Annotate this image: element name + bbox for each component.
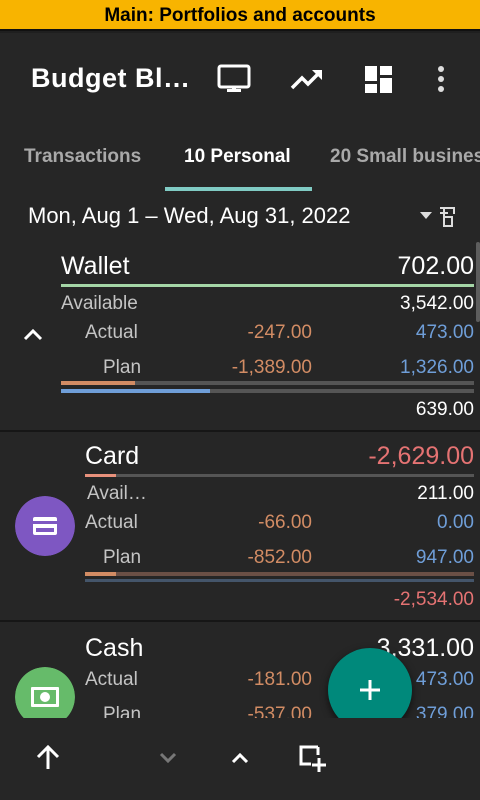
plan-progress-fill xyxy=(85,572,117,576)
account-name: Card xyxy=(85,442,140,470)
account-name: Wallet xyxy=(61,252,130,280)
actual-label: Actual xyxy=(85,322,138,343)
account-card-wallet[interactable]: Wallet 702.00 Available 3,542.00 Actual … xyxy=(0,242,480,432)
bottom-toolbar xyxy=(0,718,480,800)
account-footer-value: -2,534.00 xyxy=(393,589,474,610)
chevron-up-icon[interactable] xyxy=(224,742,256,774)
chevron-up-icon[interactable] xyxy=(20,322,46,348)
monitor-icon[interactable] xyxy=(214,59,254,99)
plus-icon xyxy=(360,680,380,700)
plan-progress-bar xyxy=(61,389,474,393)
plan-remaining-bar xyxy=(85,579,474,582)
actual-progress-bar xyxy=(61,381,474,385)
account-name: Cash xyxy=(85,634,144,662)
list-scrollbar[interactable] xyxy=(476,242,480,322)
app-bar: Budget Bl… xyxy=(0,33,480,126)
actual-remaining: 473.00 xyxy=(415,669,474,690)
account-card-card[interactable]: Card -2,629.00 Avail… 211.00 Actual -66.… xyxy=(0,432,480,622)
chevron-down-icon[interactable] xyxy=(152,742,184,774)
plan-spent: -1,389.00 xyxy=(231,357,312,378)
actual-spent: -66.00 xyxy=(258,512,312,533)
trending-up-icon[interactable] xyxy=(287,59,327,99)
cash-icon xyxy=(15,667,75,718)
actual-label: Actual xyxy=(85,512,138,533)
tab-10-personal[interactable]: 10 Personal xyxy=(184,126,291,192)
balance-line xyxy=(61,284,474,287)
actual-remaining: 473.00 xyxy=(415,322,474,343)
plan-spent: -852.00 xyxy=(247,547,312,568)
app-title: Budget Bl… xyxy=(31,63,191,93)
more-vert-icon[interactable] xyxy=(421,59,461,99)
actual-progress-fill xyxy=(61,381,136,385)
available-value: 3,542.00 xyxy=(400,293,474,314)
plan-spent: -537.00 xyxy=(247,704,312,718)
plan-remaining: 947.00 xyxy=(415,547,474,568)
tab-bar: Transactions 10 Personal 20 Small busine… xyxy=(0,126,480,192)
window-title-banner: Main: Portfolios and accounts xyxy=(0,0,480,31)
actual-spent: -181.00 xyxy=(247,669,312,690)
plan-label: Plan xyxy=(103,547,142,568)
plan-progress-bar xyxy=(85,572,474,576)
actual-label: Actual xyxy=(85,669,138,690)
arrow-up-icon[interactable] xyxy=(32,742,64,774)
balance-line-fill xyxy=(85,474,117,477)
tab-20-small-business[interactable]: 20 Small business xyxy=(330,126,480,192)
account-list: Wallet 702.00 Available 3,542.00 Actual … xyxy=(0,242,480,718)
balance-line xyxy=(85,474,474,477)
account-total: -2,629.00 xyxy=(368,442,474,470)
dashboard-icon[interactable] xyxy=(358,59,398,99)
tab-transactions[interactable]: Transactions xyxy=(24,126,141,192)
plan-remaining: 379.00 xyxy=(415,704,474,718)
date-range-row: Mon, Aug 1 – Wed, Aug 31, 2022 xyxy=(0,192,480,242)
account-total: 702.00 xyxy=(397,252,474,280)
active-tab-indicator xyxy=(165,187,312,191)
date-range-text[interactable]: Mon, Aug 1 – Wed, Aug 31, 2022 xyxy=(28,203,351,229)
plan-remaining: 1,326.00 xyxy=(400,357,474,378)
credit-card-icon xyxy=(15,496,75,556)
plan-label: Plan xyxy=(103,357,142,378)
available-label: Available xyxy=(61,293,138,314)
plan-progress-fill xyxy=(61,389,210,393)
actual-spent: -247.00 xyxy=(247,322,312,343)
account-footer-value: 639.00 xyxy=(415,399,474,420)
add-box-icon[interactable] xyxy=(296,742,328,774)
date-filter-icon[interactable] xyxy=(418,204,462,230)
actual-remaining: 0.00 xyxy=(437,512,474,533)
available-label: Avail… xyxy=(87,483,147,504)
plan-label: Plan xyxy=(103,704,142,718)
available-value: 211.00 xyxy=(417,483,474,504)
